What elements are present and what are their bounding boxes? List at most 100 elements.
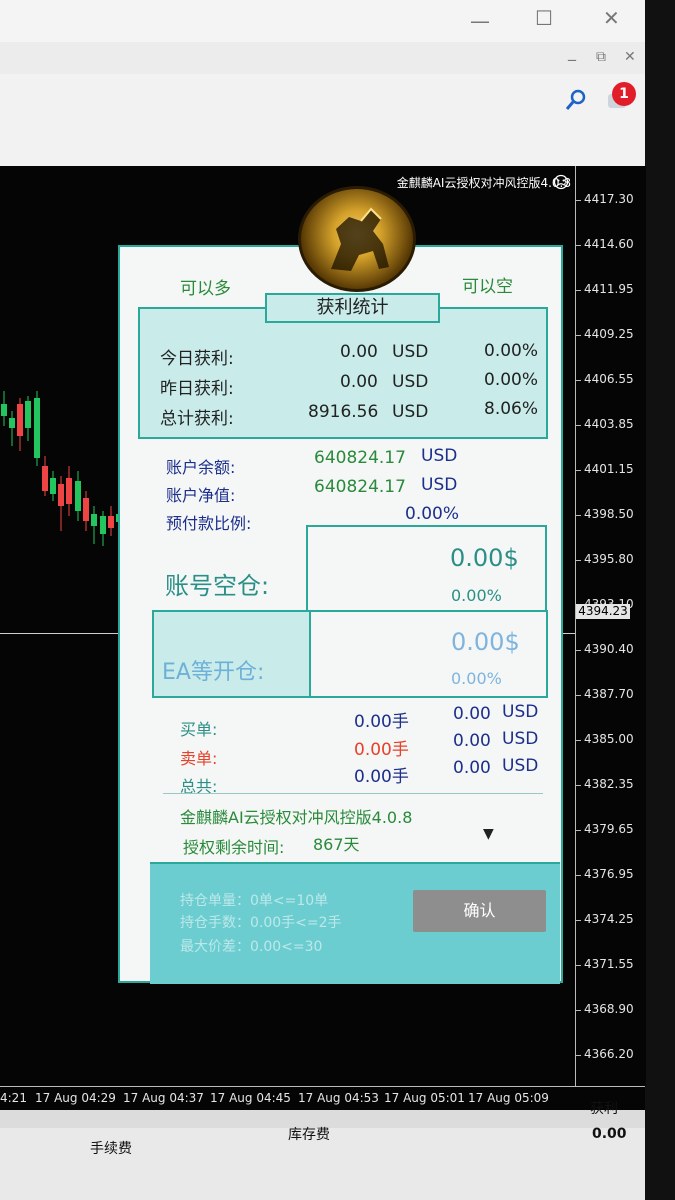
price-tick-mark [576, 245, 581, 246]
col-fee[interactable]: 手续费 [90, 1138, 132, 1158]
time-label: 4:21 [0, 1091, 27, 1105]
price-tick-label: 4411.95 [584, 282, 634, 296]
price-tick-label: 4414.60 [584, 237, 634, 251]
price-tick-mark [576, 875, 581, 876]
ea-open-amount: 0.00$ [451, 628, 520, 656]
limit-spread: 最大价差：0.00<=30 [180, 939, 323, 955]
price-tick-mark [576, 425, 581, 426]
stat-amount: 0.00 [340, 372, 378, 392]
stat-amount: 0.00 [340, 342, 378, 362]
stat-amount: 8916.56 [308, 402, 379, 422]
candle-body [34, 398, 40, 458]
price-tick-label: 4417.30 [584, 192, 634, 206]
close-button[interactable]: ✕ [603, 8, 620, 28]
price-tick-label: 4406.55 [584, 372, 634, 386]
candle-body [25, 401, 31, 428]
total-lots: 0.00手 [354, 767, 409, 787]
profit-value: 0.00 [592, 1126, 627, 1142]
price-tick-mark [576, 920, 581, 921]
time-label: 17 Aug 04:53 [298, 1091, 379, 1105]
price-tick-label: 4376.95 [584, 867, 634, 881]
minimize-button[interactable]: — [470, 11, 490, 31]
price-tick-mark [576, 335, 581, 336]
stat-pct: 0.00% [484, 341, 539, 361]
window-titlebar: — ☐ ✕ [0, 0, 645, 42]
balance-label: 账户余额: [166, 458, 236, 477]
menubar: _ ⧉ ✕ [0, 42, 645, 75]
price-tick-mark [576, 470, 581, 471]
price-tick-label: 4374.25 [584, 912, 634, 926]
can-long-label: 可以多 [180, 279, 231, 299]
sell-amount: 0.00 [453, 731, 491, 751]
sell-currency: USD [502, 729, 539, 749]
price-tick-mark [576, 650, 581, 651]
ea-chart-title: 金麒麟AI云授权对冲风控版4.0.8 [396, 176, 571, 190]
buy-label: 买单: [180, 720, 218, 739]
stat-label: 今日获利: [160, 349, 234, 369]
price-tick-label: 4403.85 [584, 417, 634, 431]
balance-value: 640824.17 [314, 448, 406, 468]
price-tick-mark [576, 965, 581, 966]
monitor-bezel [645, 0, 675, 1200]
col-swap[interactable]: 库存费 [288, 1124, 330, 1144]
candle-body [58, 484, 64, 506]
price-tick-mark [576, 290, 581, 291]
can-short-label: 可以空 [462, 277, 513, 297]
time-label: 17 Aug 05:01 [384, 1091, 465, 1105]
limit-orders: 持仓单量：0单<=10单 [180, 893, 329, 909]
stat-label: 昨日获利: [160, 379, 234, 399]
time-axis: 4:21 17 Aug 04:29 17 Aug 04:37 17 Aug 04:45… [0, 1086, 645, 1111]
sub-restore-button[interactable]: ⧉ [596, 50, 606, 64]
price-tick-mark [576, 515, 581, 516]
candle-body [9, 418, 15, 428]
flat-amount: 0.00$ [450, 544, 519, 572]
price-tick-label: 4401.15 [584, 462, 634, 476]
price-tick-mark [576, 1055, 581, 1056]
time-label: 17 Aug 04:45 [210, 1091, 291, 1105]
candle-body [91, 514, 97, 526]
profit-stats-title: 获利统计 [265, 293, 440, 323]
prepay-label: 预付款比例: [166, 514, 252, 533]
equity-label: 账户净值: [166, 486, 236, 505]
equity-value: 640824.17 [314, 477, 406, 497]
sub-close-button[interactable]: ✕ [624, 50, 636, 64]
flat-label: 账号空仓: [165, 572, 270, 600]
chevron-down-icon[interactable]: ▼ [483, 826, 494, 842]
price-tick-label: 4368.90 [584, 1002, 634, 1016]
maximize-button[interactable]: ☐ [535, 8, 553, 28]
stat-currency: USD [392, 342, 429, 362]
license-label: 授权剩余时间: [183, 838, 285, 857]
sell-label: 卖单: [180, 749, 218, 768]
search-icon[interactable] [564, 88, 588, 112]
buy-amount: 0.00 [453, 704, 491, 724]
equity-currency: USD [421, 475, 458, 495]
candle-body [42, 466, 48, 491]
stat-pct: 0.00% [484, 370, 539, 390]
candle-body [100, 516, 106, 534]
price-tick-label: 4371.55 [584, 957, 634, 971]
price-tick-label: 4390.40 [584, 642, 634, 656]
flat-pct: 0.00% [451, 586, 502, 605]
candle-body [108, 516, 114, 528]
price-tick-label: 4382.35 [584, 777, 634, 791]
total-amount: 0.00 [453, 758, 491, 778]
price-tick-mark [576, 380, 581, 381]
notification-badge[interactable]: 1 [612, 82, 636, 106]
buy-currency: USD [502, 702, 539, 722]
col-profit[interactable]: 获利 [590, 1098, 618, 1118]
stat-currency: USD [392, 372, 429, 392]
current-price-label: 4394.23 [576, 604, 630, 619]
time-label: 17 Aug 04:29 [35, 1091, 116, 1105]
price-tick-label: 4409.25 [584, 327, 634, 341]
product-name: 金麒麟AI云授权对冲风控版4.0.8 [180, 808, 413, 827]
terminal-panel: 获利 0.00 手续费 库存费 [0, 1101, 645, 1200]
buy-lots: 0.00手 [354, 712, 409, 732]
price-tick-mark [576, 830, 581, 831]
price-tick-label: 4395.80 [584, 552, 634, 566]
prepay-value: 0.00% [405, 504, 460, 524]
confirm-button[interactable]: 确认 [413, 890, 546, 932]
toolbar: 1 [0, 74, 645, 167]
sub-minimize-button[interactable]: _ [568, 44, 576, 60]
time-label: 17 Aug 05:09 [468, 1091, 549, 1105]
price-tick-label: 4398.50 [584, 507, 634, 521]
